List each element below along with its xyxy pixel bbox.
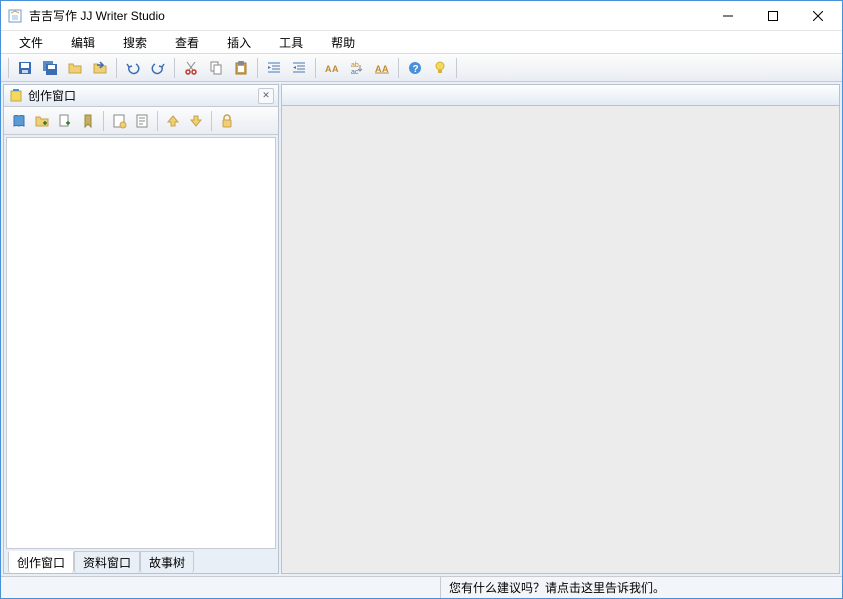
panel-icon: [8, 88, 24, 104]
menubar: 文件 编辑 搜索 查看 插入 工具 帮助: [1, 31, 842, 53]
status-left: [1, 577, 441, 598]
bookmark-button[interactable]: [77, 110, 99, 132]
statusbar: 您有什么建议吗？请点击这里告诉我们。: [1, 576, 842, 598]
help-button[interactable]: ?: [403, 56, 427, 80]
menu-tools[interactable]: 工具: [265, 32, 317, 53]
svg-text:A: A: [332, 64, 339, 74]
menu-file[interactable]: 文件: [5, 32, 57, 53]
panel-tabs: 创作窗口 资料窗口 故事树: [4, 551, 278, 573]
editor-content[interactable]: [281, 106, 840, 574]
cut-button[interactable]: [179, 56, 203, 80]
indent-button[interactable]: [262, 56, 286, 80]
app-window: 吉吉写作 JJ Writer Studio 文件 编辑 搜索 查看 插入 工具 …: [0, 0, 843, 599]
svg-text:A: A: [325, 64, 332, 74]
book-button[interactable]: [8, 110, 30, 132]
copy-button[interactable]: [204, 56, 228, 80]
properties-button[interactable]: [108, 110, 130, 132]
lock-button[interactable]: [216, 110, 238, 132]
save-all-button[interactable]: [38, 56, 62, 80]
save-button[interactable]: [13, 56, 37, 80]
menu-edit[interactable]: 编辑: [57, 32, 109, 53]
close-button[interactable]: [795, 2, 840, 30]
notes-button[interactable]: [131, 110, 153, 132]
menu-search[interactable]: 搜索: [109, 32, 161, 53]
panel-title: 创作窗口: [28, 87, 258, 104]
new-doc-button[interactable]: [54, 110, 76, 132]
redo-button[interactable]: [146, 56, 170, 80]
open-button[interactable]: [63, 56, 87, 80]
menu-help[interactable]: 帮助: [317, 32, 369, 53]
svg-text:ac: ac: [351, 69, 359, 76]
maximize-button[interactable]: [750, 2, 795, 30]
titlebar: 吉吉写作 JJ Writer Studio: [1, 1, 842, 31]
menu-insert[interactable]: 插入: [213, 32, 265, 53]
undo-button[interactable]: [121, 56, 145, 80]
replace-button[interactable]: abac: [345, 56, 369, 80]
work-area: 创作窗口 ✕ 创作窗口: [1, 82, 842, 576]
panel-close-button[interactable]: ✕: [258, 88, 274, 104]
editor-area: [281, 84, 840, 574]
panel-header: 创作窗口 ✕: [4, 85, 278, 107]
panel-tree[interactable]: [6, 137, 276, 549]
main-toolbar: AA abac AA ?: [1, 53, 842, 82]
window-title: 吉吉写作 JJ Writer Studio: [29, 7, 705, 24]
menu-view[interactable]: 查看: [161, 32, 213, 53]
svg-text:?: ?: [413, 64, 419, 75]
app-icon: [7, 8, 23, 24]
panel-toolbar: [4, 107, 278, 135]
svg-text:ab: ab: [351, 62, 359, 69]
move-down-button[interactable]: [185, 110, 207, 132]
paste-button[interactable]: [229, 56, 253, 80]
move-up-button[interactable]: [162, 110, 184, 132]
outdent-button[interactable]: [287, 56, 311, 80]
tab-storytree[interactable]: 故事树: [140, 551, 194, 573]
new-folder-button[interactable]: [31, 110, 53, 132]
status-suggestion-link[interactable]: 您有什么建议吗？请点击这里告诉我们。: [441, 577, 673, 598]
minimize-button[interactable]: [705, 2, 750, 30]
export-button[interactable]: [88, 56, 112, 80]
tips-button[interactable]: [428, 56, 452, 80]
find-button[interactable]: AA: [320, 56, 344, 80]
find-next-button[interactable]: AA: [370, 56, 394, 80]
tab-resources[interactable]: 资料窗口: [74, 551, 140, 573]
tab-creation[interactable]: 创作窗口: [8, 551, 74, 573]
creation-panel: 创作窗口 ✕ 创作窗口: [3, 84, 279, 574]
editor-tab-strip[interactable]: [281, 84, 840, 106]
